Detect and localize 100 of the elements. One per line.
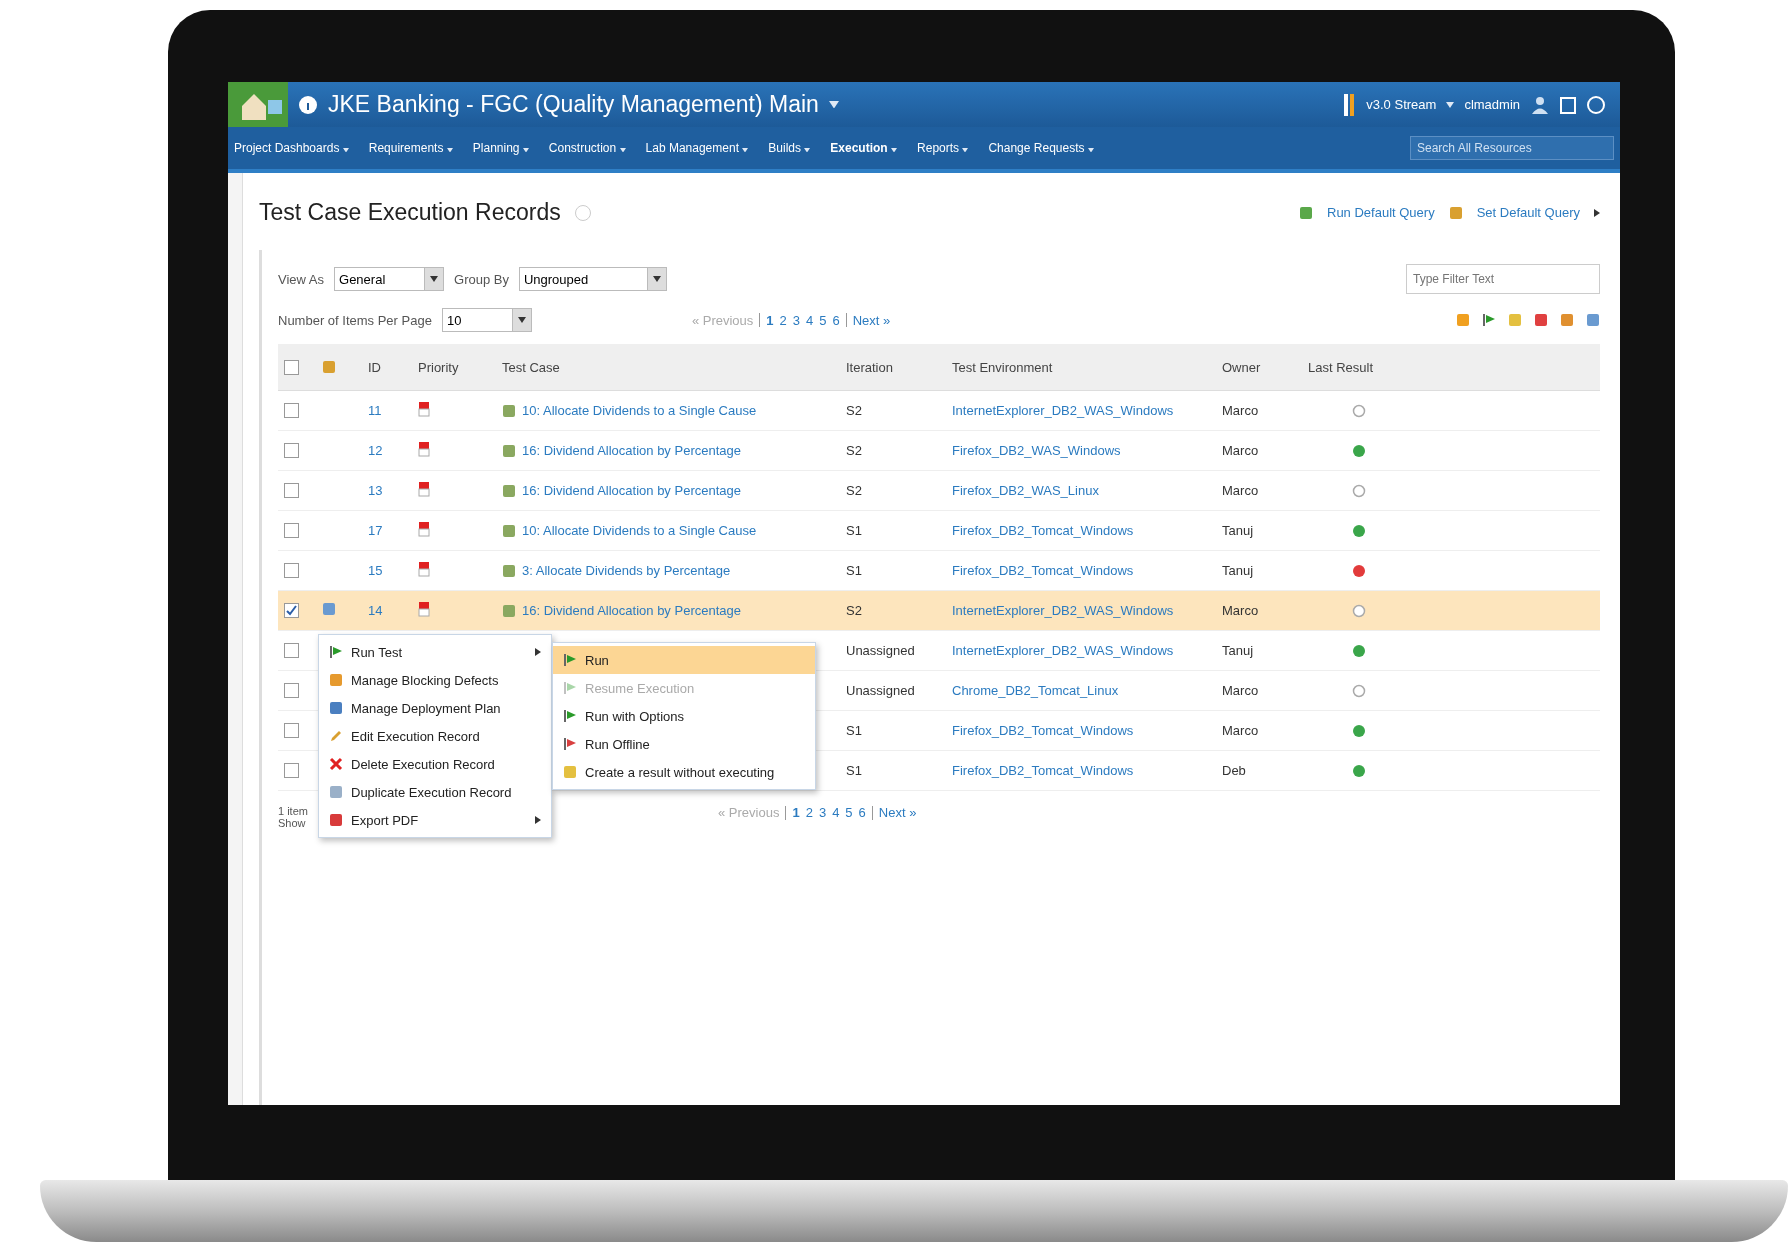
context-menu-item[interactable]: Run Test [319,638,551,666]
page-link[interactable]: 3 [818,805,827,820]
row-checkbox[interactable] [284,563,299,578]
row-checkbox[interactable] [284,683,299,698]
id-cell[interactable]: 14 [368,603,418,618]
nav-menu-item[interactable]: Requirements [368,141,453,155]
query-link[interactable]: Set Default Query [1476,205,1580,220]
page-link[interactable]: 5 [819,312,827,328]
environment-link[interactable]: Firefox_DB2_Tomcat_Windows [952,563,1222,578]
environment-link[interactable]: Firefox_DB2_Tomcat_Windows [952,763,1222,778]
user-name[interactable]: clmadmin [1464,97,1520,112]
test-case-link[interactable]: 3: Allocate Dividends by Percentage [522,563,731,578]
column-header[interactable]: ID [368,359,418,375]
column-header[interactable]: Test Case [502,359,846,375]
page-link[interactable]: 1 [792,805,800,820]
row-checkbox[interactable] [284,723,299,738]
submenu-item[interactable]: Run [553,646,815,674]
dropdown-icon[interactable] [962,147,969,152]
test-case-link[interactable]: 16: Dividend Allocation by Percentage [522,483,741,498]
context-menu-item[interactable]: Delete Execution Record [319,750,551,778]
environment-link[interactable]: Firefox_DB2_Tomcat_Windows [952,723,1222,738]
environment-link[interactable]: InternetExplorer_DB2_WAS_Windows [952,603,1222,618]
id-cell[interactable]: 13 [368,483,418,498]
test-case-link[interactable]: 10: Allocate Dividends to a Single Cause [522,523,757,538]
view-as-label: View As [278,271,324,287]
search-field[interactable]: Search All Resources [1410,136,1614,160]
context-menu-item[interactable]: Export PDF [319,806,551,834]
id-cell[interactable]: 11 [368,403,418,418]
test-case-link[interactable]: 16: Dividend Allocation by Percentage [522,443,741,458]
nav-menu-item[interactable]: Lab Management [645,141,749,155]
nav-menu-item[interactable]: Change Requests [988,141,1094,155]
environment-link[interactable]: InternetExplorer_DB2_WAS_Windows [952,403,1222,418]
page-link[interactable]: 6 [832,312,840,328]
environment-link[interactable]: Firefox_DB2_Tomcat_Windows [952,523,1222,538]
column-header[interactable]: Iteration [846,359,952,375]
page-link[interactable]: 5 [845,805,853,820]
dropdown-icon[interactable] [619,147,626,152]
page-link[interactable]: 4 [832,805,840,820]
test-case-link[interactable]: 16: Dividend Allocation by Percentage [522,603,741,618]
view-as-dropdown[interactable]: General [334,267,444,291]
query-link[interactable]: Run Default Query [1327,205,1435,220]
result-icon [563,765,577,779]
dropdown-icon[interactable] [1446,101,1455,108]
row-checkbox[interactable] [284,763,299,778]
group-by-dropdown[interactable]: Ungrouped [518,267,667,291]
stream-selector[interactable]: v3.0 Stream [1366,97,1437,112]
dropdown-icon[interactable] [742,147,749,152]
column-header[interactable]: Last Result [1308,359,1438,375]
logo-icon[interactable] [228,82,288,127]
nav-menu-item[interactable]: Execution [830,141,898,155]
nav-menu-item[interactable]: Builds [768,141,811,155]
row-checkbox[interactable] [284,603,299,618]
column-header[interactable]: Owner [1222,359,1308,375]
next-link[interactable]: Next » [852,312,891,328]
window-title: JKE Banking - FGC (Quality Management) Main [328,91,819,118]
environment-link[interactable]: Firefox_DB2_WAS_Windows [952,443,1222,458]
page-link[interactable]: 3 [792,312,801,328]
iteration-cell-text: Unassigned [846,683,916,698]
id-cell[interactable]: 15 [368,563,418,578]
dropdown-icon[interactable] [804,147,811,152]
filter-field[interactable]: Type Filter Text [1406,264,1600,294]
page-link[interactable]: 2 [779,312,787,328]
page-link[interactable]: 1 [766,312,774,328]
page-link[interactable]: 2 [805,805,813,820]
row-checkbox[interactable] [284,483,299,498]
iteration-cell-text: Unassigned [846,643,916,658]
nav-menu-item[interactable]: Planning [472,141,529,155]
row-checkbox[interactable] [284,443,299,458]
environment-link[interactable]: InternetExplorer_DB2_WAS_Windows [952,643,1222,658]
user-icon[interactable] [1530,94,1550,115]
dropdown-icon[interactable] [828,100,839,109]
select-all-checkbox[interactable] [284,359,299,375]
column-header[interactable]: Test Environment [952,359,1222,375]
owner-cell-text: Marco [1222,483,1260,498]
dropdown-icon[interactable] [891,147,898,152]
id-cell[interactable]: 12 [368,443,418,458]
info-icon[interactable] [298,94,318,115]
submenu-item[interactable]: Create a result without executing [553,758,815,786]
next-link[interactable]: Next » [878,805,917,820]
dropdown-icon[interactable] [446,147,453,152]
table-row[interactable]: 14 16: Dividend Allocation by Percentage S2 InternetExplorer_DB2_WAS_Windows Marco [278,591,1600,631]
nav-menu-item[interactable]: Construction [548,141,626,155]
environment-link[interactable]: Firefox_DB2_WAS_Linux [952,483,1222,498]
nav-menu-item[interactable]: Project Dashboards [234,141,349,155]
nav-menu-item[interactable]: Reports [917,141,969,155]
owner-cell-text: Deb [1222,763,1247,778]
row-checkbox[interactable] [284,643,299,658]
test-case-link[interactable]: 10: Allocate Dividends to a Single Cause [522,403,757,418]
column-header[interactable]: Priority [418,359,502,375]
id-cell[interactable]: 17 [368,523,418,538]
dropdown-icon[interactable] [342,147,349,152]
dropdown-icon[interactable] [1087,147,1094,152]
page-link[interactable]: 6 [858,805,866,820]
dropdown-icon[interactable] [522,147,529,152]
context-menu-item[interactable]: Edit Execution Record [319,722,551,750]
row-checkbox[interactable] [284,403,299,418]
environment-link[interactable]: Chrome_DB2_Tomcat_Linux [952,683,1222,698]
row-checkbox[interactable] [284,523,299,538]
items-per-page-dropdown[interactable]: 10 [441,308,532,332]
page-link[interactable]: 4 [806,312,814,328]
